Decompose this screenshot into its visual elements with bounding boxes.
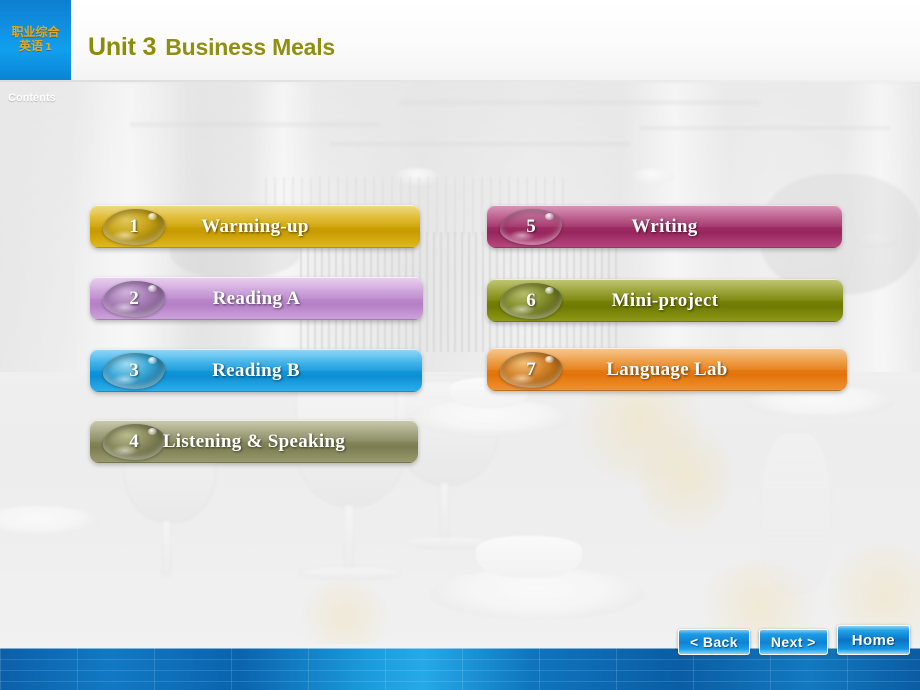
menu-item-mini-project[interactable]: 6 Mini-project [487, 279, 843, 322]
menu-number-badge-1 [103, 209, 165, 245]
menu-number-badge-2 [103, 281, 165, 317]
menu-number-badge-3 [103, 353, 165, 389]
menu-label-1: Warming-up [201, 215, 309, 237]
logo-line-2: 英语 1 [19, 39, 52, 54]
menu-item-language-lab[interactable]: 7 Language Lab [487, 348, 847, 391]
menu-number-2: 2 [129, 288, 139, 309]
menu-item-listening-speaking[interactable]: 4 Listening & Speaking [90, 420, 418, 463]
menu-label-2: Reading A [212, 287, 301, 309]
logo-line-1: 职业综合 [11, 25, 60, 40]
menu-label-7: Language Lab [606, 358, 728, 380]
page-title-unit: Unit 3 [88, 32, 157, 61]
home-button[interactable]: Home [836, 625, 910, 655]
logo-volume-number: 1 [45, 42, 52, 53]
menu-label-5: Writing [631, 215, 698, 237]
contents-menu: 1 Warming-up 2 Reading A 3 Reading B 4 L… [0, 0, 920, 690]
next-button[interactable]: Next > [758, 629, 828, 655]
menu-number-1: 1 [129, 216, 139, 237]
menu-number-badge-4 [103, 424, 165, 460]
menu-number-5: 5 [526, 216, 536, 237]
menu-number-badge-5 [500, 209, 562, 245]
page-title-topic: Business Meals [165, 33, 336, 60]
menu-number-4: 4 [129, 431, 139, 452]
page-title: Unit 3 Business Meals [88, 28, 335, 66]
menu-number-badge-7 [500, 352, 562, 388]
menu-label-6: Mini-project [611, 289, 719, 311]
menu-number-6: 6 [526, 290, 536, 311]
menu-number-badge-6 [500, 283, 562, 319]
logo-line-2-text: 英语 [19, 39, 44, 53]
back-button-label: < Back [689, 634, 738, 650]
menu-number-3: 3 [129, 360, 139, 381]
menu-item-writing[interactable]: 5 Writing [487, 205, 842, 248]
home-button-label: Home [851, 631, 895, 649]
course-logo: 职业综合 英语 1 [0, 0, 71, 80]
menu-number-7: 7 [526, 359, 536, 380]
next-button-label: Next > [770, 634, 816, 650]
menu-label-3: Reading B [212, 359, 300, 381]
menu-label-4: Listening & Speaking [162, 430, 346, 452]
slide-root: 职业综合 英语 1 Unit 3 Business Meals Contents … [0, 0, 920, 690]
menu-item-reading-a[interactable]: 2 Reading A [90, 277, 423, 320]
header-divider [0, 80, 920, 82]
menu-item-reading-b[interactable]: 3 Reading B [90, 349, 422, 392]
navigation-buttons: < Back Next > Home [677, 625, 910, 655]
back-button[interactable]: < Back [677, 629, 750, 655]
menu-item-warming-up[interactable]: 1 Warming-up [90, 205, 420, 248]
